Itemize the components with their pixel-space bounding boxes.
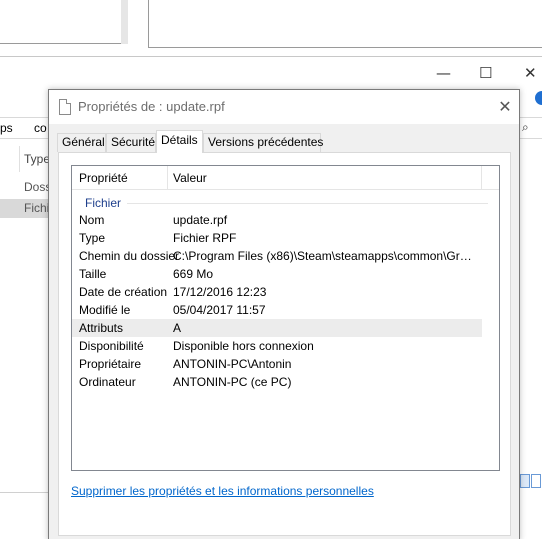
group-divider bbox=[127, 203, 488, 204]
property-value: Fichier RPF bbox=[173, 231, 237, 245]
details-panel: Propriété Valeur Fichier Nom update.rpf … bbox=[58, 152, 511, 536]
help-icon[interactable] bbox=[535, 91, 542, 105]
column-divider[interactable] bbox=[481, 166, 482, 190]
minimize-button[interactable]: — bbox=[436, 64, 451, 82]
remove-properties-link[interactable]: Supprimer les propriétés et les informat… bbox=[71, 484, 374, 498]
property-value: C:\Program Files (x86)\Steam\steamapps\c… bbox=[173, 249, 478, 263]
property-key: Modifié le bbox=[79, 303, 131, 317]
background-window-left bbox=[0, 0, 122, 44]
property-row[interactable]: Date de création 17/12/2016 12:23 bbox=[72, 283, 482, 301]
dialog-title: Propriétés de : update.rpf bbox=[78, 99, 225, 114]
tab-versions-precedentes[interactable]: Versions précédentes bbox=[203, 133, 323, 152]
group-label-fichier[interactable]: Fichier bbox=[85, 196, 121, 210]
dialog-titlebar[interactable]: Propriétés de : update.rpf ✕ bbox=[49, 90, 519, 124]
property-value: 05/04/2017 11:57 bbox=[173, 303, 266, 317]
column-divider bbox=[19, 146, 20, 172]
property-row[interactable]: Modifié le 05/04/2017 11:57 bbox=[72, 301, 482, 319]
tab-details[interactable]: Détails bbox=[156, 130, 203, 153]
column-header-value[interactable]: Valeur bbox=[173, 171, 207, 185]
property-row[interactable]: Nom update.rpf bbox=[72, 211, 482, 229]
background-window-right bbox=[148, 0, 542, 48]
properties-dialog: Propriétés de : update.rpf ✕ Général Séc… bbox=[48, 89, 520, 539]
column-divider[interactable] bbox=[167, 166, 168, 190]
background-window-scrollbar[interactable] bbox=[121, 0, 128, 44]
property-value: ANTONIN-PC (ce PC) bbox=[173, 375, 292, 389]
property-value: ANTONIN-PC\Antonin bbox=[173, 357, 292, 371]
explorer-status-divider bbox=[0, 492, 50, 493]
property-row[interactable]: Taille 669 Mo bbox=[72, 265, 482, 283]
address-fragment: co bbox=[34, 121, 47, 135]
column-header-type[interactable]: Type bbox=[24, 152, 50, 166]
tab-securite[interactable]: Sécurité bbox=[106, 133, 156, 152]
property-row[interactable]: Ordinateur ANTONIN-PC (ce PC) bbox=[72, 373, 482, 391]
property-row[interactable]: Propriétaire ANTONIN-PC\Antonin bbox=[72, 355, 482, 373]
property-value: Disponible hors connexion bbox=[173, 339, 314, 353]
explorer-row-folder[interactable]: Doss bbox=[0, 178, 51, 197]
explorer-row-file[interactable]: Fichi bbox=[0, 199, 50, 218]
property-row[interactable]: Chemin du dossier C:\Program Files (x86)… bbox=[72, 247, 482, 265]
property-value: 669 Mo bbox=[173, 267, 214, 281]
properties-list[interactable]: Propriété Valeur Fichier Nom update.rpf … bbox=[71, 165, 500, 471]
property-key: Propriétaire bbox=[79, 357, 142, 371]
property-row-highlighted[interactable]: Attributs A bbox=[72, 319, 482, 337]
property-key: Nom bbox=[79, 213, 105, 227]
address-fragment: ps bbox=[0, 121, 13, 135]
close-icon[interactable]: ✕ bbox=[495, 97, 515, 117]
property-key: Attributs bbox=[79, 321, 124, 335]
property-key: Type bbox=[79, 231, 106, 245]
property-key: Taille bbox=[79, 267, 107, 281]
property-value: update.rpf bbox=[173, 213, 228, 227]
search-icon[interactable]: ⌕ bbox=[522, 120, 529, 135]
maximize-button[interactable]: ☐ bbox=[479, 64, 492, 82]
property-row[interactable]: Type Fichier RPF bbox=[72, 229, 482, 247]
list-header: Propriété Valeur bbox=[72, 166, 499, 190]
property-key: Disponibilité bbox=[79, 339, 144, 353]
property-row[interactable]: Disponibilité Disponible hors connexion bbox=[72, 337, 482, 355]
column-header-property[interactable]: Propriété bbox=[79, 171, 128, 185]
property-value: A bbox=[173, 321, 182, 335]
property-key: Ordinateur bbox=[79, 375, 136, 389]
tab-general[interactable]: Général bbox=[57, 133, 106, 152]
property-key: Date de création bbox=[79, 285, 168, 299]
property-value: 17/12/2016 12:23 bbox=[173, 285, 267, 299]
property-key: Chemin du dossier bbox=[79, 249, 180, 263]
view-toggle-icon[interactable] bbox=[520, 472, 542, 490]
file-icon bbox=[59, 99, 71, 115]
explorer-close-button[interactable]: ✕ bbox=[524, 64, 537, 82]
